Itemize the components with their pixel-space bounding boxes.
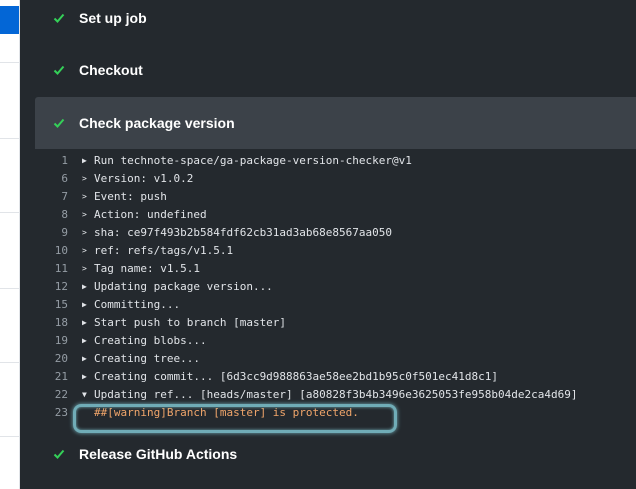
line-number[interactable]: 9 (20, 224, 82, 242)
step-label: Checkout (79, 62, 143, 78)
log-text: Creating commit... [6d3cc9d988863ae58ee2… (94, 370, 498, 383)
line-number[interactable]: 6 (20, 170, 82, 188)
log-text: Tag name: v1.5.1 (94, 262, 200, 275)
sidebar-divider (0, 138, 19, 139)
line-number[interactable]: 23 (20, 404, 82, 422)
log-line[interactable]: 10 > ref: refs/tags/v1.5.1 (20, 242, 620, 260)
line-number[interactable]: 19 (20, 332, 82, 350)
log-indent (82, 404, 94, 422)
log-text: Creating tree... (94, 352, 200, 365)
sidebar-divider (0, 62, 19, 63)
expand-triangle-icon[interactable]: ▶ (82, 368, 94, 386)
collapse-caret-icon[interactable]: > (82, 206, 94, 224)
step-set-up-job[interactable]: Set up job (35, 0, 636, 44)
line-number[interactable]: 7 (20, 188, 82, 206)
line-number[interactable]: 15 (20, 296, 82, 314)
sidebar-divider (0, 288, 19, 289)
log-line[interactable]: 20 ▶ Creating tree... (20, 350, 620, 368)
log-text: sha: ce97f493b2b584fdf62cb31ad3ab68e8567… (94, 226, 393, 239)
expand-triangle-icon[interactable]: ▶ (82, 332, 94, 350)
check-icon (53, 117, 65, 129)
step-check-package-version[interactable]: Check package version (35, 97, 636, 149)
check-icon (53, 12, 65, 24)
log-line[interactable]: 18 ▶ Start push to branch [master] (20, 314, 620, 332)
step-checkout[interactable]: Checkout (35, 44, 636, 96)
log-text: Committing... (94, 298, 181, 311)
sidebar-divider (0, 362, 19, 363)
log-text: Run technote-space/ga-package-version-ch… (94, 154, 412, 167)
expand-triangle-icon[interactable]: ▶ (82, 296, 94, 314)
log-text: ref: refs/tags/v1.5.1 (94, 244, 234, 257)
log-line[interactable]: 15 ▶ Committing... (20, 296, 620, 314)
log-text: Creating blobs... (94, 334, 207, 347)
step-label: Release GitHub Actions (79, 446, 238, 462)
log-line[interactable]: 8 > Action: undefined (20, 206, 620, 224)
expand-triangle-icon[interactable]: ▶ (82, 152, 94, 170)
line-number[interactable]: 10 (20, 242, 82, 260)
log-line[interactable]: 11 > Tag name: v1.5.1 (20, 260, 620, 278)
check-icon (53, 64, 65, 76)
step-log-output: 1 ▶ Run technote-space/ga-package-versio… (20, 152, 620, 422)
log-line[interactable]: 12 ▶ Updating package version... (20, 278, 620, 296)
collapse-caret-icon[interactable]: > (82, 260, 94, 278)
check-icon (53, 448, 65, 460)
line-number[interactable]: 11 (20, 260, 82, 278)
log-line[interactable]: 22 ▼ Updating ref... [heads/master] [a80… (20, 386, 620, 404)
log-text: Version: v1.0.2 (94, 172, 194, 185)
warning-text: ##[warning]Branch [master] is protected. (94, 406, 359, 419)
log-line[interactable]: 7 > Event: push (20, 188, 620, 206)
expand-triangle-icon[interactable]: ▶ (82, 278, 94, 296)
line-number[interactable]: 20 (20, 350, 82, 368)
log-text: Updating ref... [heads/master] [a80828f3… (94, 388, 578, 401)
log-line[interactable]: 19 ▶ Creating blobs... (20, 332, 620, 350)
sidebar-active-indicator (0, 6, 19, 34)
step-label: Check package version (79, 115, 235, 131)
expanded-triangle-icon[interactable]: ▼ (82, 386, 94, 404)
log-text: Event: push (94, 190, 167, 203)
log-line[interactable]: 6 > Version: v1.0.2 (20, 170, 620, 188)
step-label: Set up job (79, 10, 147, 26)
sidebar-divider (0, 212, 19, 213)
left-sidebar (0, 0, 20, 489)
expand-triangle-icon[interactable]: ▶ (82, 314, 94, 332)
line-number[interactable]: 18 (20, 314, 82, 332)
line-number[interactable]: 8 (20, 206, 82, 224)
log-line[interactable]: 9 > sha: ce97f493b2b584fdf62cb31ad3ab68e… (20, 224, 620, 242)
line-number[interactable]: 22 (20, 386, 82, 404)
log-text: Start push to branch [master] (94, 316, 287, 329)
line-number[interactable]: 1 (20, 152, 82, 170)
step-release-github-actions[interactable]: Release GitHub Actions (35, 428, 636, 480)
collapse-caret-icon[interactable]: > (82, 170, 94, 188)
log-text: Action: undefined (94, 208, 207, 221)
line-number[interactable]: 12 (20, 278, 82, 296)
log-line-warning[interactable]: 23 ##[warning]Branch [master] is protect… (20, 404, 620, 422)
log-line[interactable]: 1 ▶ Run technote-space/ga-package-versio… (20, 152, 620, 170)
sidebar-divider (0, 436, 19, 437)
collapse-caret-icon[interactable]: > (82, 224, 94, 242)
collapse-caret-icon[interactable]: > (82, 242, 94, 260)
collapse-caret-icon[interactable]: > (82, 188, 94, 206)
log-text: Updating package version... (94, 280, 273, 293)
expand-triangle-icon[interactable]: ▶ (82, 350, 94, 368)
line-number[interactable]: 21 (20, 368, 82, 386)
log-line[interactable]: 21 ▶ Creating commit... [6d3cc9d988863ae… (20, 368, 620, 386)
